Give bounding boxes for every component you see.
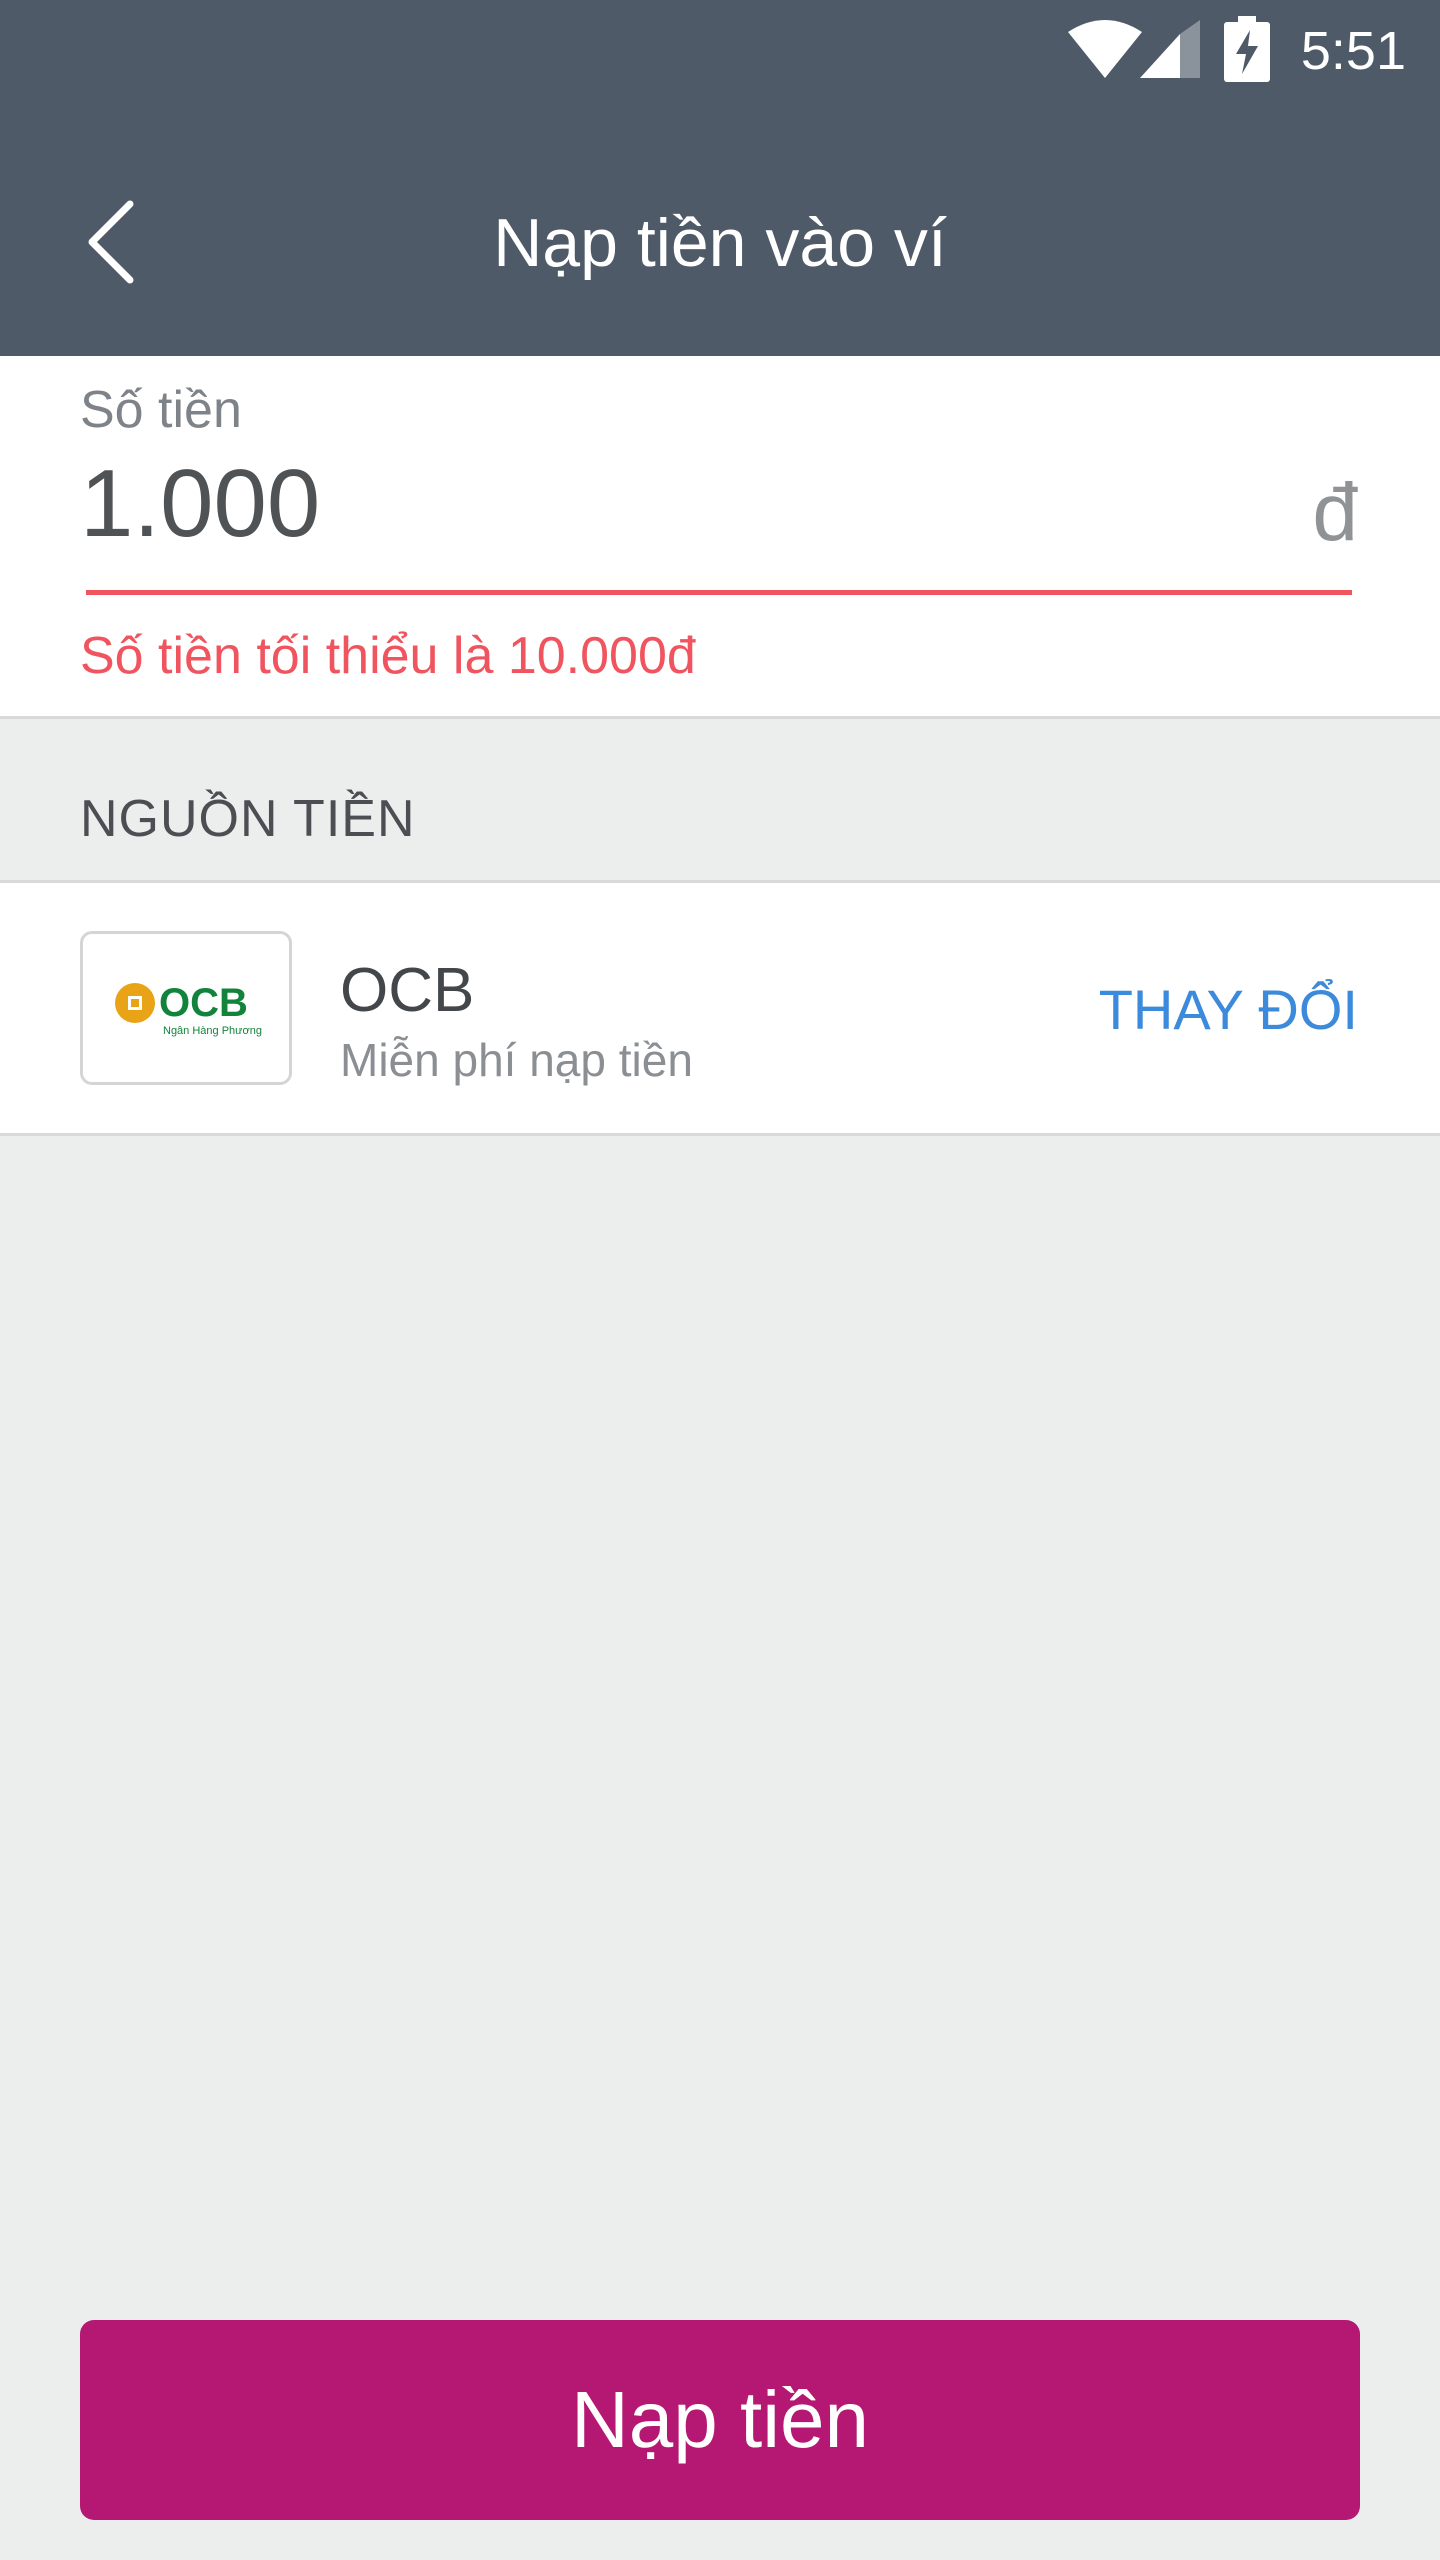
funding-source-row[interactable]: OCB Ngân Hàng Phương Đông OCB Miễn phí n…	[0, 880, 1440, 1136]
wifi-icon	[1068, 20, 1142, 78]
bank-fee-description: Miễn phí nạp tiền	[340, 1034, 693, 1086]
logo-tagline: Ngân Hàng Phương Đông	[163, 1025, 265, 1037]
logo-text: OCB	[159, 981, 248, 1025]
amount-card: Số tiền đ Số tiền tối thiểu là 10.000đ	[0, 356, 1440, 719]
amount-underline	[86, 590, 1352, 595]
amount-input[interactable]	[80, 444, 1230, 564]
ocb-logo: OCB Ngân Hàng Phương Đông	[80, 931, 292, 1085]
amount-error-message: Số tiền tối thiểu là 10.000đ	[80, 627, 696, 685]
currency-symbol: đ	[1312, 467, 1358, 558]
funding-source-section-header: NGUỒN TIỀN	[0, 719, 1440, 880]
bank-name: OCB	[340, 956, 475, 1025]
section-title: NGUỒN TIỀN	[80, 790, 416, 848]
ocb-logo-image: OCB Ngân Hàng Phương Đông	[115, 981, 265, 1037]
page-title: Nạp tiền vào ví	[493, 205, 947, 281]
status-bar: 5:51	[0, 0, 1440, 100]
status-time: 5:51	[1300, 21, 1406, 81]
app-header: 5:51 Nạp tiền vào ví	[0, 0, 1440, 356]
battery-charging-icon	[1224, 16, 1270, 82]
change-source-button[interactable]: THAY ĐỔI	[1099, 977, 1358, 1042]
amount-label: Số tiền	[80, 381, 242, 439]
top-up-button[interactable]: Nạp tiền	[80, 2320, 1360, 2520]
signal-icon	[1140, 20, 1200, 78]
